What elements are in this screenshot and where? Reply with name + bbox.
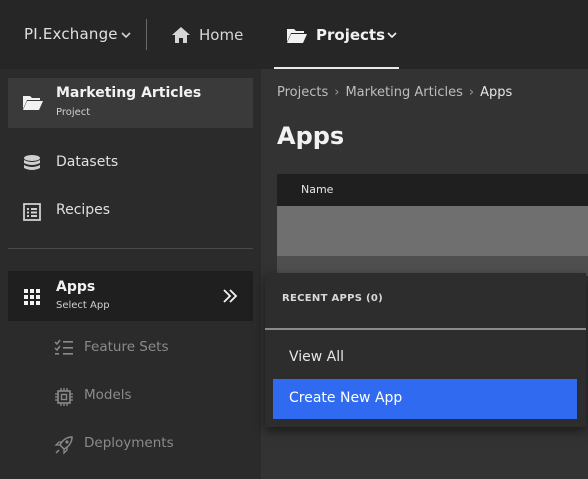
create-new-app-menu-item[interactable]: Create New App bbox=[273, 379, 577, 419]
chevron-down-icon[interactable] bbox=[119, 29, 133, 41]
sidebar-item-label: Datasets bbox=[56, 154, 119, 170]
sidebar-subitem-label: Models bbox=[84, 387, 132, 403]
sidebar-item-recipes[interactable]: Recipes bbox=[8, 191, 253, 231]
nav-projects-label: Projects bbox=[316, 26, 386, 44]
rocket-icon bbox=[54, 436, 73, 455]
double-chevron-right-icon[interactable] bbox=[221, 288, 239, 304]
nav-home-label: Home bbox=[199, 26, 244, 44]
project-subtitle: Project bbox=[56, 107, 91, 118]
home-icon bbox=[172, 27, 190, 43]
table-header: Name bbox=[277, 174, 588, 206]
chip-icon bbox=[55, 388, 73, 406]
apps-dropdown-menu: RECENT APPS (0) View All Create New App bbox=[265, 273, 586, 427]
menu-item-label: View All bbox=[289, 349, 345, 365]
column-header-name[interactable]: Name bbox=[301, 183, 333, 196]
sidebar-item-apps[interactable]: Apps Select App bbox=[8, 271, 253, 321]
recipe-list-icon bbox=[23, 203, 41, 221]
sidebar-divider bbox=[8, 248, 253, 249]
dropdown-divider bbox=[265, 328, 586, 330]
page-title: Apps bbox=[277, 122, 345, 150]
chevron-down-icon[interactable] bbox=[385, 29, 399, 41]
database-icon bbox=[24, 155, 40, 170]
sidebar-subitem-models[interactable]: Models bbox=[48, 381, 228, 411]
chevron-right-icon: › bbox=[334, 85, 340, 100]
breadcrumb-project[interactable]: Marketing Articles bbox=[345, 85, 462, 100]
apps-title: Apps bbox=[56, 279, 96, 295]
breadcrumb-current: Apps bbox=[480, 85, 513, 100]
sidebar: Marketing Articles Project Datasets Reci… bbox=[0, 69, 261, 479]
breadcrumb: Projects › Marketing Articles › Apps bbox=[277, 85, 512, 100]
folder-open-icon bbox=[287, 29, 307, 43]
top-navigation-bar: PI.Exchange Home Projects bbox=[0, 0, 588, 69]
menu-item-label: Create New App bbox=[289, 390, 403, 406]
sidebar-item-label: Recipes bbox=[56, 202, 111, 218]
folder-open-icon bbox=[23, 96, 43, 110]
nav-projects[interactable]: Projects bbox=[274, 0, 399, 69]
project-title: Marketing Articles bbox=[56, 85, 202, 101]
sidebar-subitem-label: Deployments bbox=[84, 435, 174, 451]
topbar-divider bbox=[146, 19, 147, 50]
brand-name[interactable]: PI.Exchange bbox=[24, 25, 118, 43]
breadcrumb-projects[interactable]: Projects bbox=[277, 85, 328, 100]
checklist-icon bbox=[54, 339, 73, 355]
chevron-right-icon: › bbox=[468, 85, 475, 100]
view-all-menu-item[interactable]: View All bbox=[273, 338, 577, 378]
recent-apps-header: RECENT APPS (0) bbox=[282, 293, 384, 304]
sidebar-subitem-deployments[interactable]: Deployments bbox=[48, 429, 228, 459]
sidebar-item-datasets[interactable]: Datasets bbox=[8, 143, 253, 183]
project-card[interactable]: Marketing Articles Project bbox=[8, 78, 253, 128]
grid-icon bbox=[24, 289, 40, 305]
nav-home[interactable]: Home bbox=[171, 22, 243, 48]
table-row[interactable] bbox=[277, 206, 588, 256]
apps-subtitle: Select App bbox=[56, 300, 110, 311]
sidebar-subitem-label: Feature Sets bbox=[84, 339, 169, 355]
sidebar-subitem-feature-sets[interactable]: Feature Sets bbox=[48, 333, 228, 363]
